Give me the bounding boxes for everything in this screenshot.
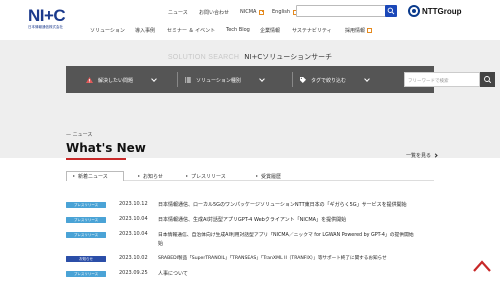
search-icon bbox=[387, 7, 395, 15]
category-badge: プレスリリース bbox=[66, 271, 106, 277]
solution-search-title-en: SOLUTION SEARCH bbox=[167, 54, 240, 61]
news-item[interactable]: お知らせ 2023.10.02 SRABEDI製品「SuperTRANOIL」「… bbox=[66, 255, 434, 266]
news-date: 2023.10.04 bbox=[119, 231, 148, 237]
nav-item-label: 採用情報 bbox=[345, 28, 366, 34]
nav-item-company[interactable]: 企業情報 bbox=[260, 27, 280, 34]
util-link-news[interactable]: ニュース bbox=[168, 7, 188, 17]
site-header: NI+C 日本情報通信株式会社 ニュース お問い合わせ NICMA Englis… bbox=[0, 0, 500, 38]
filter-solution-type-dropdown[interactable]: ソリューション種別 bbox=[185, 75, 265, 85]
nav-item-solutions[interactable]: ソリューション bbox=[90, 27, 125, 34]
ntt-logo-icon bbox=[408, 5, 420, 17]
filter-label: 解決したい問題 bbox=[98, 77, 134, 84]
nav-item-case-studies[interactable]: 導入事例 bbox=[135, 27, 155, 34]
tab-press-releases[interactable]: プレスリリース bbox=[180, 171, 232, 181]
news-item[interactable]: プレスリリース 2023.09.25 人事について bbox=[66, 270, 434, 281]
nav-item-label: ソリューション bbox=[90, 28, 125, 34]
category-badge: プレスリリース bbox=[66, 202, 106, 208]
util-link-label: お問い合わせ bbox=[199, 9, 230, 16]
news-title: SRABEDI製品「SuperTRANOIL」「TRANSEAS」「TranXM… bbox=[158, 256, 387, 261]
nav-item-tech-blog[interactable]: Tech Blog bbox=[226, 27, 250, 33]
tab-label: プレスリリース bbox=[191, 173, 226, 180]
filter-label: ソリューション種別 bbox=[196, 77, 241, 84]
external-link-icon bbox=[259, 9, 265, 15]
nav-item-label: 導入事例 bbox=[135, 28, 156, 34]
tab-label: お知らせ bbox=[143, 173, 163, 180]
category-badge: プレスリリース bbox=[66, 217, 106, 223]
nav-item-label: セミナー ＆ イベント bbox=[167, 28, 216, 34]
site-search-button[interactable] bbox=[385, 5, 397, 17]
nav-item-sustainability[interactable]: サステナビリティ bbox=[292, 27, 332, 34]
tab-notices[interactable]: お知らせ bbox=[132, 171, 169, 181]
news-title: 日本情報通信、自治体向け生成AI利用対話型アプリ「NICMA／ニックマ for … bbox=[158, 233, 414, 238]
news-title-continued: 始 bbox=[158, 241, 164, 247]
keyword-search-input[interactable]: フリーワードで検索 bbox=[404, 72, 480, 87]
tag-icon bbox=[300, 77, 306, 83]
category-badge: お知らせ bbox=[66, 256, 106, 262]
category-badge: プレスリリース bbox=[66, 232, 106, 238]
news-title: 日本情報通信、生成AI対話型アプリGPT-4 Webクライアント「NICMA」を… bbox=[158, 217, 347, 223]
news-title: 人事について bbox=[158, 271, 188, 277]
title-underline bbox=[66, 158, 126, 160]
tab-latest-news[interactable]: 新着ニュース bbox=[66, 170, 124, 181]
news-title: 日本情報通信、ローカル5GのワンパッケージソリューションNTT東日本の「ギガらく… bbox=[158, 202, 407, 208]
chevron-down-icon bbox=[364, 76, 370, 82]
ntt-group-logo[interactable]: NTTGroup bbox=[408, 5, 462, 17]
util-link-contact[interactable]: お問い合わせ bbox=[199, 7, 229, 17]
list-icon bbox=[185, 77, 191, 83]
arrow-icon bbox=[138, 175, 140, 177]
filter-tag-dropdown[interactable]: タグで絞り込む bbox=[300, 75, 370, 85]
arrow-icon bbox=[186, 175, 188, 177]
back-to-top-button[interactable] bbox=[472, 258, 492, 272]
tab-label: 受賞履歴 bbox=[261, 173, 282, 180]
tab-awards[interactable]: 受賞履歴 bbox=[250, 171, 287, 181]
util-link-label: NICMA bbox=[240, 9, 257, 15]
news-date: 2023.10.12 bbox=[119, 201, 148, 207]
divider bbox=[177, 72, 178, 87]
chevron-down-icon bbox=[151, 76, 157, 82]
filter-label: タグで絞り込む bbox=[311, 77, 347, 84]
solution-search-title: SOLUTION SEARCH NI+Cソリューションサーチ bbox=[0, 52, 500, 62]
ntt-group-label: NTTGroup bbox=[422, 6, 462, 16]
news-date: 2023.10.02 bbox=[119, 255, 148, 261]
site-search-input[interactable] bbox=[296, 5, 386, 17]
external-link-icon bbox=[367, 28, 372, 33]
chevron-up-icon bbox=[473, 260, 491, 272]
nav-item-careers[interactable]: 採用情報 bbox=[345, 27, 372, 34]
util-link-english[interactable]: English bbox=[272, 7, 299, 17]
solution-search-title-ja: NI+Cソリューションサーチ bbox=[244, 53, 333, 61]
search-icon bbox=[484, 76, 492, 84]
tab-label: 新着ニュース bbox=[78, 173, 108, 180]
news-item[interactable]: プレスリリース 2023.10.04 日本情報通信、自治体向け生成AI利用対話型… bbox=[66, 231, 434, 250]
util-link-nicma[interactable]: NICMA bbox=[240, 7, 265, 17]
news-tabs: 新着ニュース お知らせ プレスリリース 受賞履歴 bbox=[66, 170, 434, 181]
util-link-label: ニュース bbox=[168, 9, 188, 16]
news-label-text: ニュース bbox=[72, 132, 93, 138]
view-all-label: 一覧を見る bbox=[406, 153, 432, 159]
filter-problem-dropdown[interactable]: 解決したい問題 bbox=[86, 75, 157, 85]
news-date: 2023.09.25 bbox=[119, 270, 148, 276]
nav-item-seminars[interactable]: セミナー ＆ イベント bbox=[167, 27, 215, 34]
global-nav: ソリューション 導入事例 セミナー ＆ イベント Tech Blog 企業情報 … bbox=[0, 27, 500, 35]
warning-icon bbox=[86, 77, 93, 83]
keyword-search-button[interactable] bbox=[480, 72, 495, 87]
nav-item-label: サステナビリティ bbox=[292, 28, 332, 34]
divider bbox=[292, 72, 293, 87]
chevron-down-icon bbox=[259, 76, 265, 82]
news-date: 2023.10.04 bbox=[119, 216, 148, 222]
view-all-link[interactable]: 一覧を見る bbox=[406, 152, 438, 159]
news-section-title: What's New bbox=[66, 141, 146, 155]
news-item[interactable]: プレスリリース 2023.10.12 日本情報通信、ローカル5Gのワンパッケージ… bbox=[66, 201, 434, 212]
util-link-label: English bbox=[272, 9, 291, 15]
arrow-icon bbox=[73, 175, 75, 178]
nav-item-label: 企業情報 bbox=[260, 28, 281, 34]
chevron-right-icon bbox=[432, 152, 438, 158]
news-item[interactable]: プレスリリース 2023.10.04 日本情報通信、生成AI対話型アプリGPT-… bbox=[66, 216, 434, 227]
solution-search-bar: 解決したい問題 ソリューション種別 タグで絞り込む フリーワードで検索 bbox=[66, 66, 495, 93]
nav-item-label: Tech Blog bbox=[226, 27, 250, 33]
arrow-icon bbox=[256, 175, 258, 177]
logo-mark: NI+C bbox=[28, 6, 66, 25]
news-section-label: — ニュース bbox=[66, 132, 93, 138]
